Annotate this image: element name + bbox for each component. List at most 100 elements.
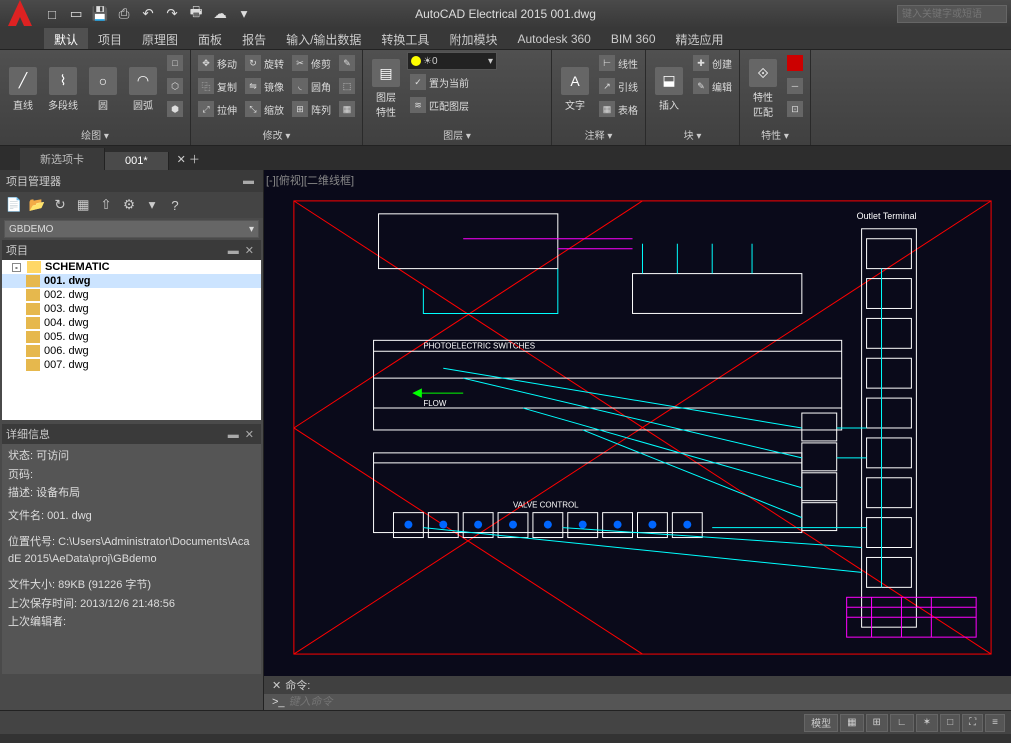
- layer-combo[interactable]: ☀ 0▾: [407, 52, 497, 70]
- tree-file-002[interactable]: 002. dwg: [2, 288, 261, 302]
- status-custom-icon[interactable]: ≡: [985, 714, 1005, 732]
- pm-refresh-icon[interactable]: ↻: [50, 195, 70, 215]
- pm-up-icon[interactable]: ⇧: [96, 195, 116, 215]
- panel-layers-title[interactable]: 图层 ▾: [367, 126, 547, 143]
- text-button[interactable]: A文字: [556, 52, 594, 126]
- ribbon-tab-addins[interactable]: 附加模块: [439, 28, 507, 49]
- prop-line[interactable]: ─: [784, 75, 806, 97]
- qat-redo-icon[interactable]: ↷: [162, 4, 182, 24]
- tree-folder-schematic[interactable]: -SCHEMATIC: [2, 260, 261, 274]
- status-polar-icon[interactable]: ✶: [916, 714, 938, 732]
- project-combo[interactable]: GBDEMO▾: [4, 220, 259, 238]
- draw-extra3[interactable]: ⬢: [164, 98, 186, 120]
- details-pin-icon[interactable]: ▬: [225, 429, 242, 441]
- tree-file-006[interactable]: 006. dwg: [2, 344, 261, 358]
- drawing-area[interactable]: [-][俯视][二维线框]: [264, 170, 1011, 710]
- modify-ex3[interactable]: ▦: [336, 98, 358, 120]
- qat-undo-icon[interactable]: ↶: [138, 4, 158, 24]
- tree-close-icon[interactable]: ✕: [242, 245, 257, 257]
- pm-open-icon[interactable]: 📂: [27, 195, 47, 215]
- circle-button[interactable]: ○圆: [84, 52, 122, 126]
- details-close-icon[interactable]: ✕: [242, 429, 257, 441]
- leader-button[interactable]: ↗引线: [596, 75, 641, 97]
- tree-pin-icon[interactable]: ▬: [225, 245, 242, 257]
- doc-tab-start[interactable]: 新选项卡: [20, 148, 105, 170]
- pm-minimize-icon[interactable]: ▬: [240, 175, 257, 187]
- ribbon-tab-io[interactable]: 输入/输出数据: [276, 28, 371, 49]
- prop-group[interactable]: ⊡: [784, 98, 806, 120]
- fillet-button[interactable]: ◟圆角: [289, 75, 334, 97]
- help-search-input[interactable]: [897, 5, 1007, 23]
- match-layer-button[interactable]: ≋匹配图层: [407, 94, 547, 116]
- qat-cloud-icon[interactable]: ☁: [210, 4, 230, 24]
- tree-file-005[interactable]: 005. dwg: [2, 330, 261, 344]
- move-button[interactable]: ✥移动: [195, 52, 240, 74]
- polyline-button[interactable]: ⌇多段线: [44, 52, 82, 126]
- ribbon-tab-featured[interactable]: 精选应用: [666, 28, 734, 49]
- doc-tab-add-icon[interactable]: ✕ ＋: [169, 148, 208, 170]
- app-menu-button[interactable]: [4, 0, 36, 30]
- qat-save-icon[interactable]: 💾: [90, 4, 110, 24]
- panel-props-title[interactable]: 特性 ▾: [744, 126, 806, 143]
- insert-button[interactable]: ⬓插入: [650, 52, 688, 126]
- modify-ex1[interactable]: ✎: [336, 52, 358, 74]
- pm-settings-icon[interactable]: ⚙: [119, 195, 139, 215]
- block-edit-button[interactable]: ✎编辑: [690, 75, 735, 97]
- pm-filter-icon[interactable]: ▾: [142, 195, 162, 215]
- status-grid-icon[interactable]: ▦: [840, 714, 863, 732]
- tree-file-004[interactable]: 004. dwg: [2, 316, 261, 330]
- ribbon-tab-project[interactable]: 项目: [88, 28, 132, 49]
- qat-print-icon[interactable]: 🖶: [186, 4, 206, 24]
- panel-annot-title[interactable]: 注释 ▾: [556, 126, 641, 143]
- tree-file-003[interactable]: 003. dwg: [2, 302, 261, 316]
- ribbon-tab-panel[interactable]: 面板: [188, 28, 232, 49]
- modify-ex2[interactable]: ⬚: [336, 75, 358, 97]
- command-input[interactable]: [289, 696, 1007, 708]
- draw-extra1[interactable]: □: [164, 52, 186, 74]
- copy-button[interactable]: ⿻复制: [195, 75, 240, 97]
- qat-new-icon[interactable]: □: [42, 4, 62, 24]
- tree-file-001[interactable]: 001. dwg: [2, 274, 261, 288]
- ribbon-tab-default[interactable]: 默认: [44, 28, 88, 49]
- ribbon-tab-convert[interactable]: 转换工具: [371, 28, 439, 49]
- pm-help-icon[interactable]: ?: [165, 195, 185, 215]
- status-osnap-icon[interactable]: □: [940, 714, 960, 732]
- mirror-button[interactable]: ⇋镜像: [242, 75, 287, 97]
- arc-button[interactable]: ◠圆弧: [124, 52, 162, 126]
- make-current-button[interactable]: ✓置为当前: [407, 71, 547, 93]
- status-model-button[interactable]: 模型: [804, 714, 838, 732]
- ribbon-tab-reports[interactable]: 报告: [232, 28, 276, 49]
- status-ortho-icon[interactable]: ∟: [890, 714, 914, 732]
- trim-button[interactable]: ✂修剪: [289, 52, 334, 74]
- project-tree[interactable]: -SCHEMATIC 001. dwg 002. dwg 003. dwg 00…: [2, 260, 261, 420]
- status-snap-icon[interactable]: ⊞: [866, 714, 888, 732]
- qat-saveas-icon[interactable]: ⎙: [114, 4, 134, 24]
- matchprop-button[interactable]: ⟐特性 匹配: [744, 52, 782, 126]
- draw-extra2[interactable]: ⬡: [164, 75, 186, 97]
- line-button[interactable]: ╱直线: [4, 52, 42, 126]
- viewport-label[interactable]: [-][俯视][二维线框]: [266, 172, 354, 188]
- array-button[interactable]: ⊞阵列: [289, 98, 334, 120]
- panel-modify-title[interactable]: 修改 ▾: [195, 126, 358, 143]
- ribbon-tab-schematic[interactable]: 原理图: [132, 28, 188, 49]
- prop-color[interactable]: [784, 52, 806, 74]
- scale-button[interactable]: ⤡缩放: [242, 98, 287, 120]
- canvas[interactable]: Outlet Terminal PHOTOELECTRIC SWITCHES F…: [264, 170, 1011, 676]
- panel-draw-title[interactable]: 绘图 ▾: [4, 126, 186, 143]
- pm-nav-icon[interactable]: ▦: [73, 195, 93, 215]
- rotate-button[interactable]: ↻旋转: [242, 52, 287, 74]
- stretch-button[interactable]: ⤢拉伸: [195, 98, 240, 120]
- doc-tab-001[interactable]: 001*: [105, 152, 169, 170]
- ribbon-tab-a360[interactable]: Autodesk 360: [507, 28, 600, 49]
- tree-file-007[interactable]: 007. dwg: [2, 358, 261, 372]
- panel-block-title[interactable]: 块 ▾: [650, 126, 735, 143]
- ribbon-tab-bim360[interactable]: BIM 360: [601, 28, 666, 49]
- block-create-button[interactable]: ✚创建: [690, 52, 735, 74]
- qat-dropdown-icon[interactable]: ▾: [234, 4, 254, 24]
- qat-open-icon[interactable]: ▭: [66, 4, 86, 24]
- status-max-icon[interactable]: ⛶: [962, 714, 983, 732]
- dim-linear-button[interactable]: ⊢线性: [596, 52, 641, 74]
- table-button[interactable]: ▦表格: [596, 98, 641, 120]
- pm-new-icon[interactable]: 📄: [4, 195, 24, 215]
- layer-props-button[interactable]: ▤图层 特性: [367, 52, 405, 126]
